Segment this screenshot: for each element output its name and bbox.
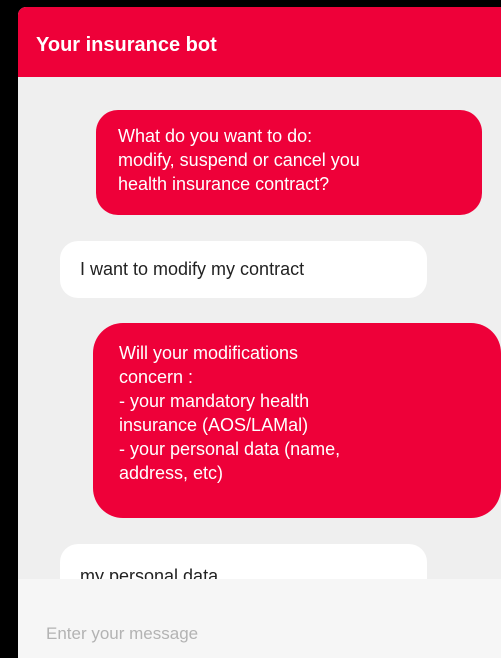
message-line: insurance (AOS/LAMal) (119, 415, 309, 435)
message-line: health insurance contract? (118, 174, 330, 194)
message-line: modify, suspend or cancel you (118, 150, 360, 170)
message-input-bar (18, 579, 501, 658)
chat-header: Your insurance bot (18, 7, 501, 77)
message-line: - your mandatory health (119, 391, 310, 411)
bot-message: What do you want to do: modify, suspend … (96, 110, 482, 215)
user-message: I want to modify my contract (60, 241, 427, 298)
message-line: concern : (119, 367, 194, 387)
message-line: Will your modifications (119, 343, 299, 363)
message-line: What do you want to do: (118, 126, 313, 146)
message-line: - your personal data (name, (119, 439, 341, 459)
message-line: I want to modify my contract (80, 259, 305, 279)
message-input[interactable] (18, 579, 501, 658)
chat-window: Your insurance bot What do you want to d… (18, 7, 501, 658)
message-line: address, etc) (119, 463, 224, 483)
bot-message: Will your modifications concern : - your… (93, 323, 501, 518)
chat-title: Your insurance bot (36, 34, 217, 56)
